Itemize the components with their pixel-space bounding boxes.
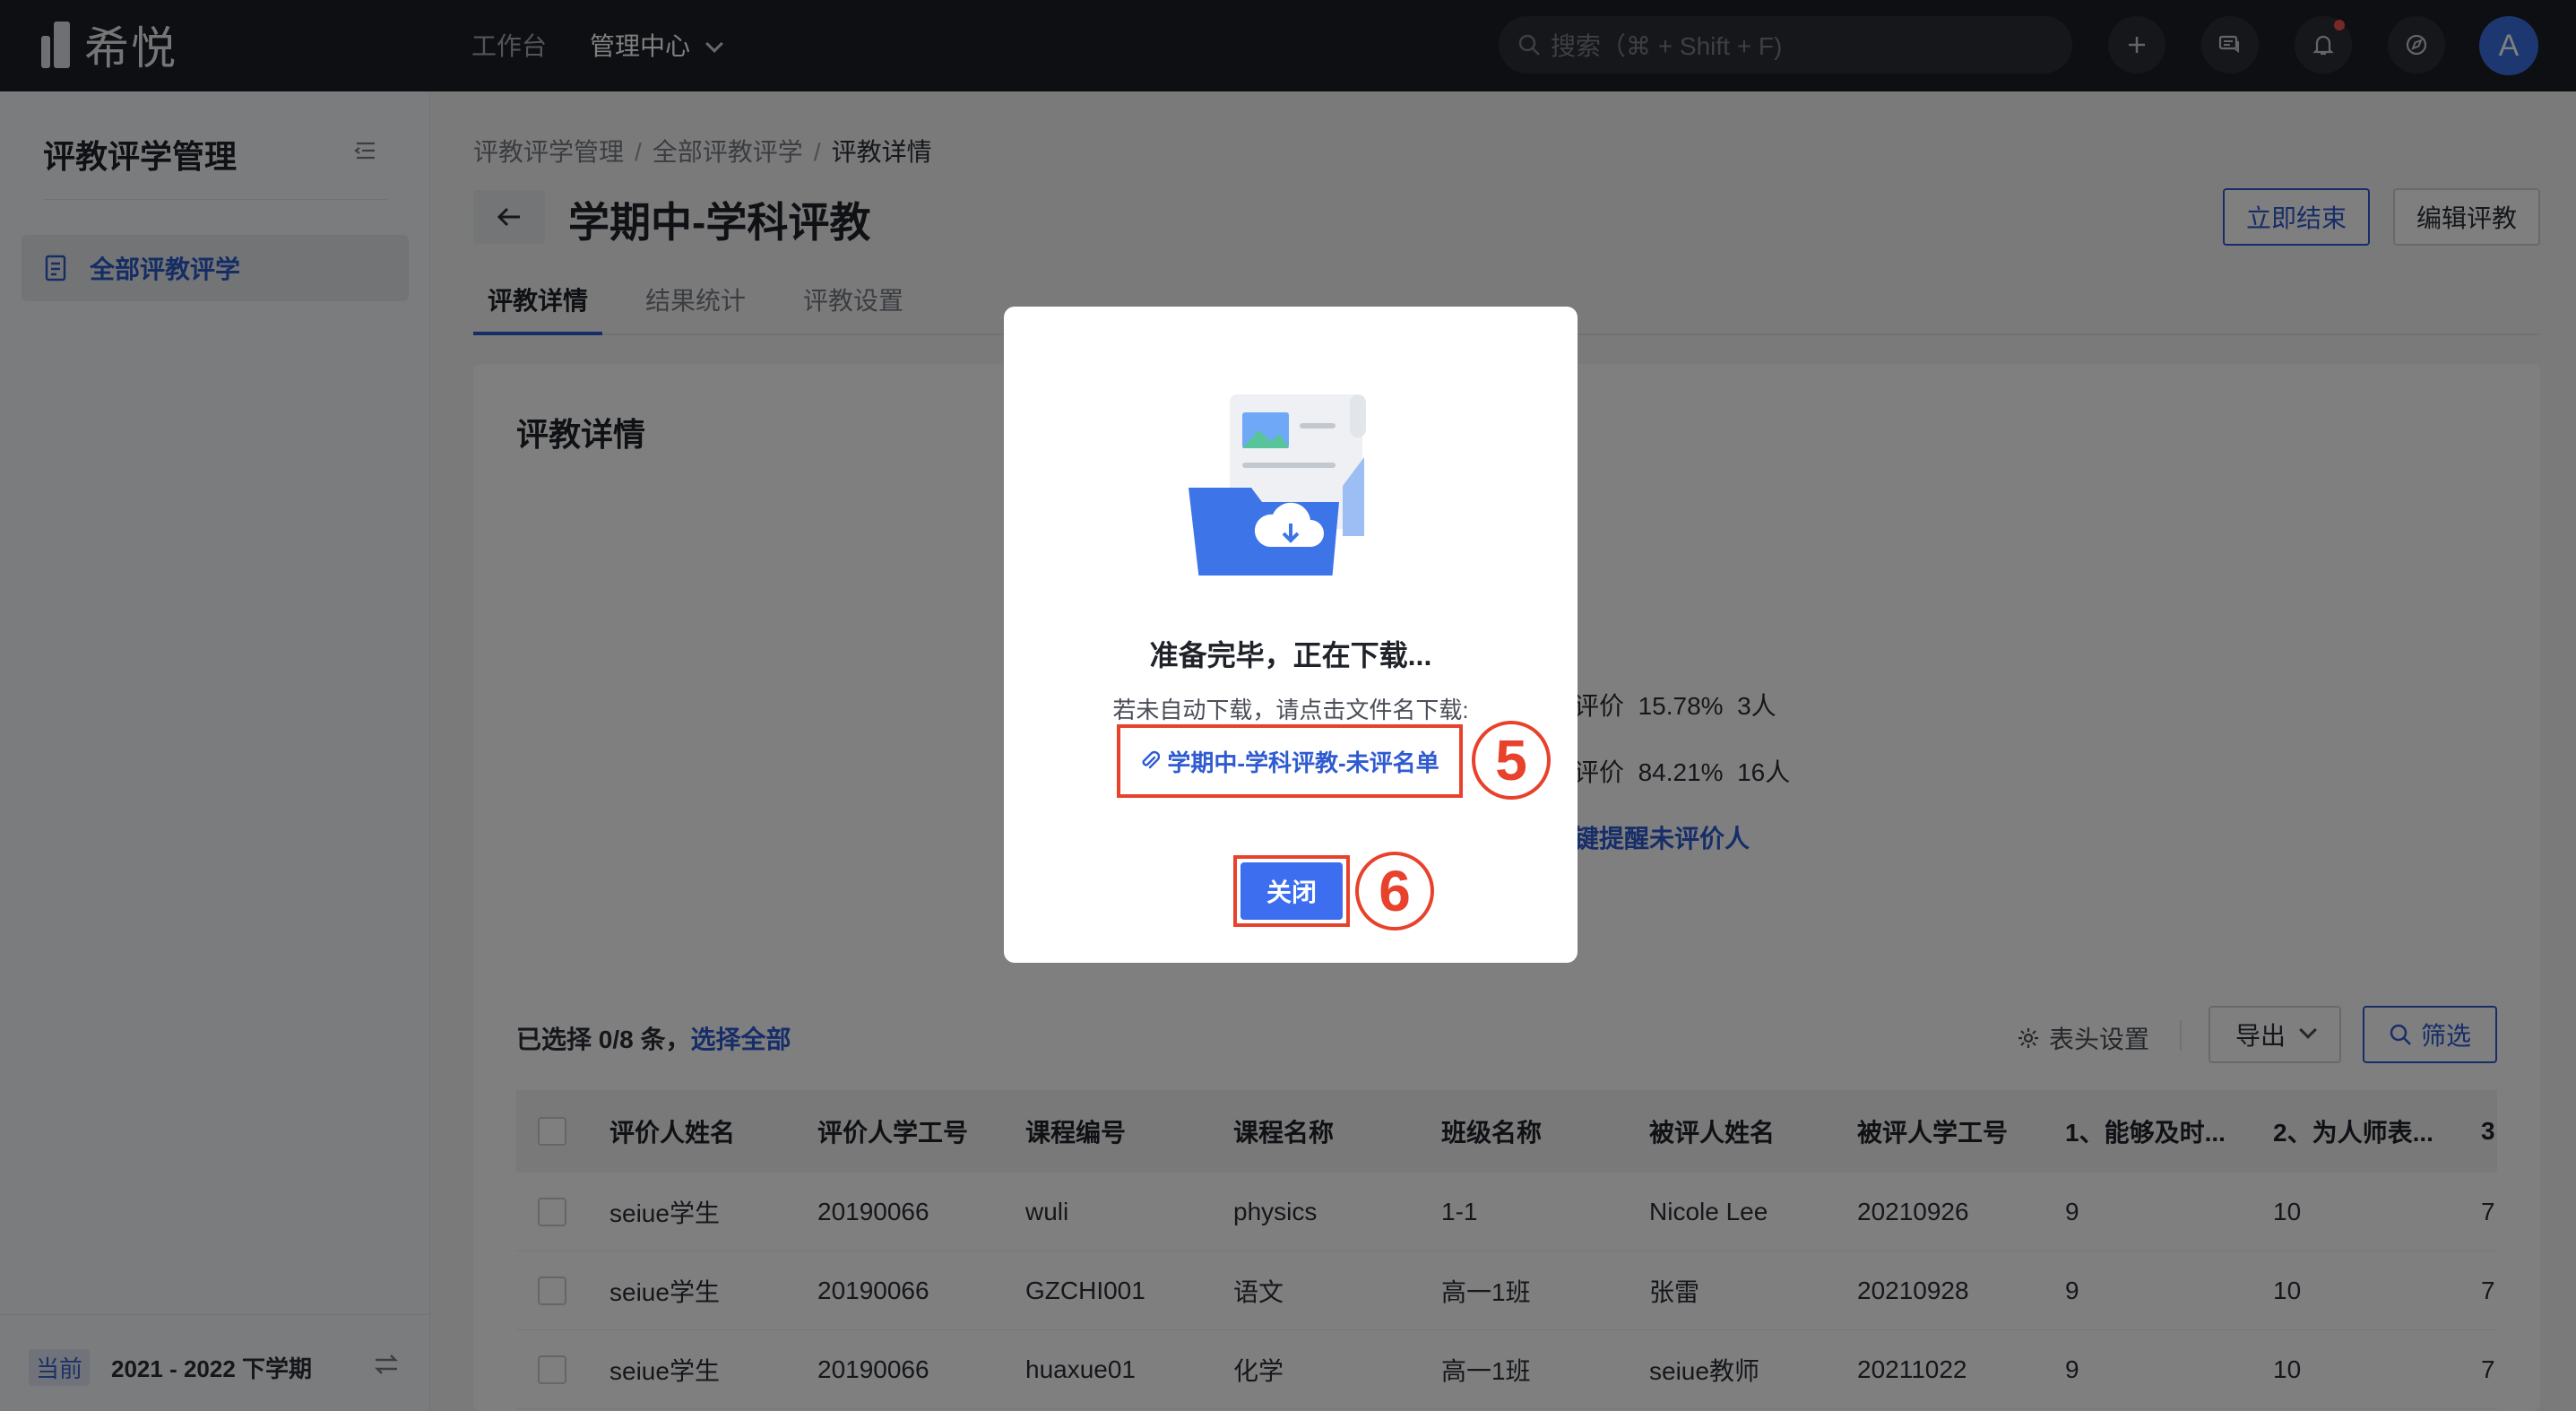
download-file-name: 学期中-学科评教-未评名单: [1167, 749, 1439, 776]
dialog-hint: 若未自动下载，请点击文件名下载:: [1112, 697, 1469, 723]
close-button-highlight: 关闭: [1233, 855, 1350, 927]
close-button[interactable]: 关闭: [1240, 862, 1343, 920]
folder-download-illustration: [1189, 394, 1366, 576]
step-marker-5: 5: [1472, 721, 1551, 800]
paperclip-icon: [1142, 750, 1161, 769]
dialog-title: 准备完毕，正在下载...: [1149, 639, 1432, 671]
step-marker-6: 6: [1355, 852, 1434, 931]
download-dialog: 准备完毕，正在下载... 若未自动下载，请点击文件名下载: 学期中-学科评教-未…: [1004, 307, 1578, 963]
file-link-highlight: 学期中-学科评教-未评名单: [1117, 724, 1463, 798]
download-file-link[interactable]: 学期中-学科评教-未评名单: [1140, 745, 1439, 778]
